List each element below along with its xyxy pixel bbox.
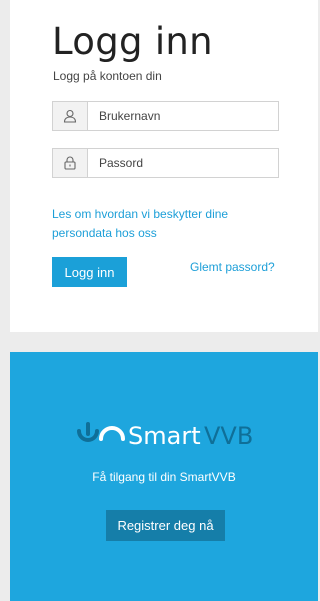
- forgot-password-link[interactable]: Glemt passord?: [190, 260, 275, 274]
- logo-text: Smart: [128, 422, 201, 449]
- register-button[interactable]: Registrer deg nå: [106, 510, 225, 541]
- login-button[interactable]: Logg inn: [52, 257, 127, 287]
- password-input[interactable]: [88, 149, 278, 177]
- page-title: Logg inn: [52, 20, 213, 63]
- username-field[interactable]: [52, 101, 279, 131]
- login-panel: Logg inn Logg på kontoen din Les om hvor…: [10, 0, 318, 332]
- promo-tagline: Få tilgang til din SmartVVB: [92, 470, 236, 484]
- promo-panel: Smart VVB Få tilgang til din SmartVVB Re…: [10, 352, 318, 601]
- login-subtitle: Logg på kontoen din: [53, 69, 162, 83]
- smartvvb-logo: Smart VVB: [73, 419, 263, 450]
- logo-text-vvb: VVB: [204, 422, 253, 449]
- lock-icon: [53, 149, 88, 177]
- privacy-link[interactable]: Les om hvordan vi beskytter dine persond…: [52, 205, 272, 243]
- password-field[interactable]: [52, 148, 279, 178]
- user-icon: [53, 102, 88, 130]
- username-input[interactable]: [88, 102, 278, 130]
